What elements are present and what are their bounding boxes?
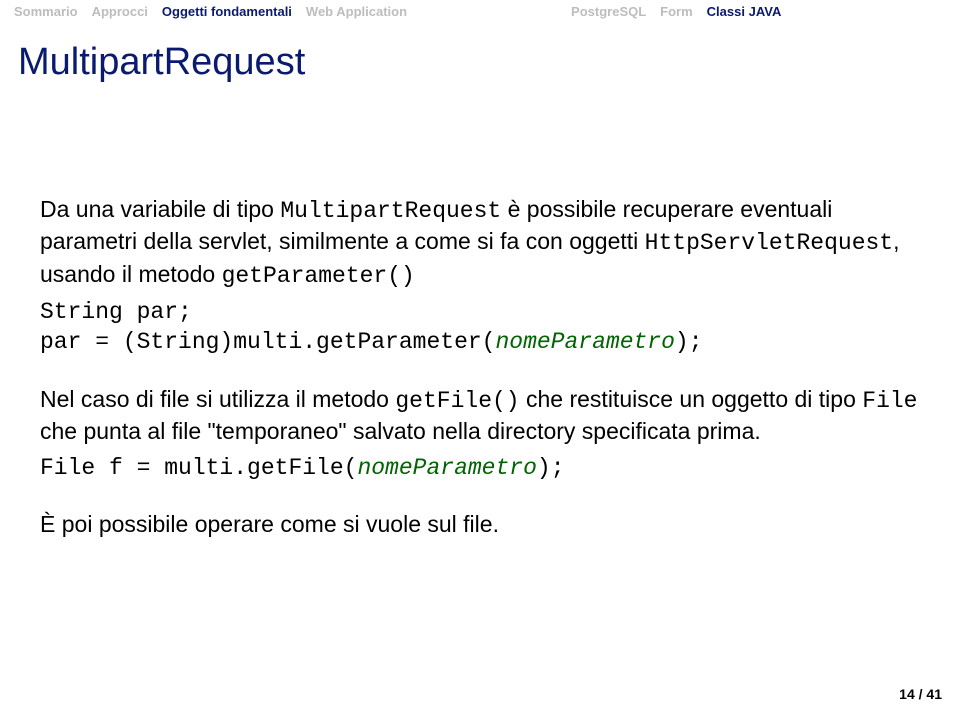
nav-sub-form[interactable]: Form [660, 4, 693, 19]
para2-text-c: che punta al file "temporaneo" salvato n… [40, 418, 761, 444]
code1-emph: nomeParametro [495, 329, 674, 355]
top-nav: Sommario Approcci Oggetti fondamentali W… [0, 0, 960, 23]
code1-line1: String par; [40, 299, 192, 325]
nav-item-sommario[interactable]: Sommario [14, 4, 78, 19]
code2-a: File f = multi.getFile( [40, 455, 357, 481]
paragraph-3: È poi possibile operare come si vuole su… [40, 509, 920, 539]
para1-code-1: MultipartRequest [280, 198, 501, 224]
code1-line2b: ); [675, 329, 703, 355]
para1-code-2: HttpServletRequest [645, 230, 893, 256]
paragraph-1: Da una variabile di tipo MultipartReques… [40, 194, 920, 291]
para2-code-2: File [862, 388, 917, 414]
code-block-1: String par; par = (String)multi.getParam… [40, 297, 920, 358]
nav-item-approcci[interactable]: Approcci [92, 4, 148, 19]
code2-b: ); [537, 455, 565, 481]
para2-code-1: getFile() [395, 388, 519, 414]
code1-line2a: par = (String)multi.getParameter( [40, 329, 495, 355]
paragraph-2: Nel caso di file si utilizza il metodo g… [40, 384, 920, 447]
code-block-2: File f = multi.getFile(nomeParametro); [40, 453, 920, 483]
page-number: 14 / 41 [899, 686, 942, 702]
nav-sections: Sommario Approcci Oggetti fondamentali W… [14, 4, 407, 19]
nav-item-oggetti[interactable]: Oggetti fondamentali [162, 4, 292, 19]
para2-text-b: che restituisce un oggetto di tipo [520, 386, 863, 412]
code2-emph: nomeParametro [357, 455, 536, 481]
nav-sub-classi-java[interactable]: Classi JAVA [707, 4, 782, 19]
para1-code-3: getParameter() [222, 263, 415, 289]
nav-subsections: PostgreSQL Form Classi JAVA [571, 4, 781, 19]
slide-title: MultipartRequest [0, 23, 960, 114]
slide-content: Da una variabile di tipo MultipartReques… [0, 114, 960, 539]
nav-item-webapp[interactable]: Web Application [306, 4, 407, 19]
para2-text-a: Nel caso di file si utilizza il metodo [40, 386, 395, 412]
nav-sub-postgresql[interactable]: PostgreSQL [571, 4, 646, 19]
para1-text-a: Da una variabile di tipo [40, 196, 280, 222]
